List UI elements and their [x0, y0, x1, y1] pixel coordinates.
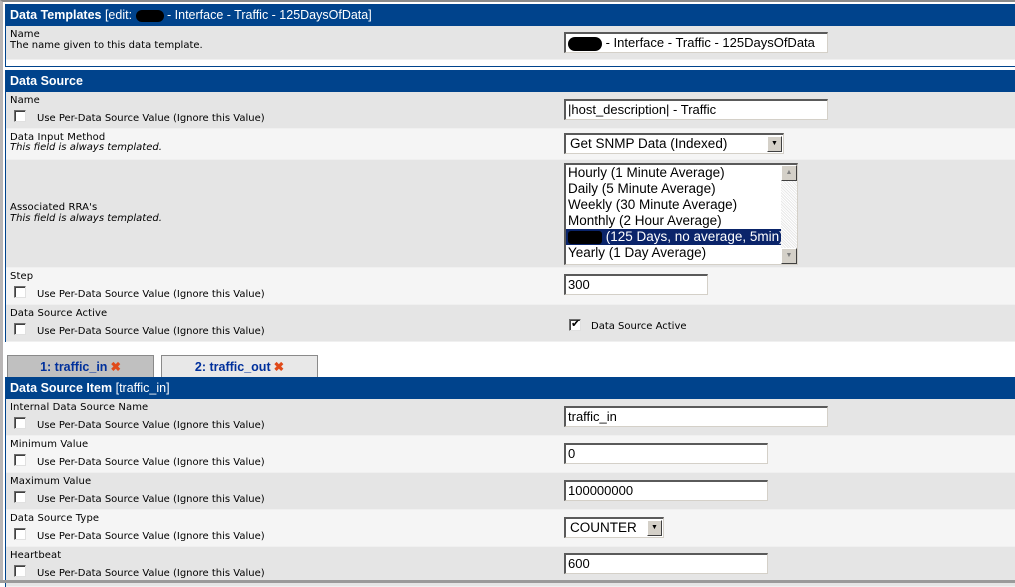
- ds-active-row: Data Source Active Use Per-Data Source V…: [6, 305, 1015, 342]
- max-value-per-ds-checkbox[interactable]: [14, 490, 26, 503]
- data-source-item-subtitle: [traffic_in]: [115, 381, 170, 395]
- data-source-item-box: Data Source Item [traffic_in] Internal D…: [5, 377, 1015, 587]
- data-source-box: Data Source Name Use Per-Data Source Val…: [5, 70, 1015, 342]
- rra-option[interactable]: Weekly (30 Minute Average): [566, 197, 781, 213]
- heartbeat-per-ds-checkbox[interactable]: [14, 564, 26, 577]
- rra-templated-note: This field is always templated.: [10, 213, 162, 224]
- data-source-item-header: Data Source Item [traffic_in]: [6, 378, 1015, 399]
- ds-type-label: Data Source Type: [10, 513, 100, 524]
- min-value-per-ds-checkbox[interactable]: [14, 453, 26, 466]
- ds-name-row: Name Use Per-Data Source Value (Ignore t…: [6, 92, 1015, 129]
- heartbeat-label: Heartbeat: [10, 550, 62, 561]
- internal-name-label: Internal Data Source Name: [10, 402, 149, 413]
- chevron-down-icon[interactable]: ▼: [767, 136, 782, 152]
- input-method-row: Data Input Method This field is always t…: [6, 129, 1015, 160]
- redacted-text: [568, 36, 602, 51]
- rra-option[interactable]: Yearly (1 Day Average): [566, 245, 781, 261]
- min-value-label: Minimum Value: [10, 439, 89, 450]
- scroll-down-icon[interactable]: ▼: [781, 248, 797, 264]
- template-name-row: Name The name given to this data templat…: [6, 26, 1015, 60]
- ds-active-label: Data Source Active: [10, 308, 108, 319]
- input-method-select[interactable]: Get SNMP Data (Indexed) ▼: [564, 133, 784, 154]
- tab-traffic-in[interactable]: 1: traffic_in ✖: [7, 355, 154, 377]
- data-template-box: Data Templates [edit: - Interface - Traf…: [5, 4, 1015, 67]
- data-source-header: Data Source: [6, 71, 1015, 92]
- min-value-input[interactable]: 0: [564, 443, 768, 464]
- heartbeat-input[interactable]: 600: [564, 553, 768, 574]
- ds-active-checkbox[interactable]: [569, 317, 581, 331]
- ds-name-input[interactable]: |host_description| - Traffic: [564, 99, 828, 120]
- ds-name-per-ds-checkbox[interactable]: [14, 109, 26, 122]
- rra-label: Associated RRA's: [10, 202, 98, 213]
- step-label: Step: [10, 271, 34, 282]
- data-template-header: Data Templates [edit: - Interface - Traf…: [6, 5, 1015, 26]
- ds-active-checkbox-label: Data Source Active: [591, 321, 687, 332]
- template-name-label: Name: [10, 29, 40, 40]
- ds-type-select[interactable]: COUNTER ▼: [564, 517, 664, 538]
- input-method-templated-note: This field is always templated.: [10, 142, 162, 153]
- ds-type-row: Data Source Type Use Per-Data Source Val…: [6, 510, 1015, 547]
- template-name-input[interactable]: - Interface - Traffic - 125DaysOfData: [564, 32, 828, 53]
- rra-option[interactable]: Monthly (2 Hour Average): [566, 213, 781, 229]
- internal-name-per-ds-checkbox[interactable]: [14, 416, 26, 429]
- template-name-description: The name given to this data template.: [10, 40, 203, 51]
- rra-scrollbar[interactable]: ▲ ▼: [781, 165, 797, 264]
- max-value-label: Maximum Value: [10, 476, 92, 487]
- rra-option-selected[interactable]: (125 Days, no average, 5min): [566, 229, 784, 245]
- rra-row: Associated RRA's This field is always te…: [6, 160, 1015, 268]
- rra-listbox[interactable]: Hourly (1 Minute Average) Daily (5 Minut…: [564, 163, 798, 265]
- step-row: Step Use Per-Data Source Value (Ignore t…: [6, 268, 1015, 305]
- step-input[interactable]: 300: [564, 274, 708, 295]
- delete-icon[interactable]: ✖: [110, 360, 120, 374]
- scroll-up-icon[interactable]: ▲: [781, 165, 797, 181]
- step-per-ds-checkbox[interactable]: [14, 285, 26, 298]
- max-value-row: Maximum Value Use Per-Data Source Value …: [6, 473, 1015, 510]
- rra-option[interactable]: Hourly (1 Minute Average): [566, 165, 781, 181]
- data-template-title: Data Templates: [10, 8, 102, 22]
- ds-active-per-ds-checkbox[interactable]: [14, 322, 26, 335]
- internal-name-input[interactable]: traffic_in: [564, 406, 828, 427]
- delete-icon[interactable]: ✖: [274, 360, 284, 374]
- data-source-item-title: Data Source Item: [10, 381, 113, 395]
- redacted-text: [135, 9, 164, 22]
- chevron-down-icon[interactable]: ▼: [647, 520, 662, 536]
- max-value-input[interactable]: 100000000: [564, 480, 768, 501]
- ds-name-label: Name: [10, 95, 40, 106]
- rra-option[interactable]: Daily (5 Minute Average): [566, 181, 781, 197]
- internal-name-row: Internal Data Source Name Use Per-Data S…: [6, 399, 1015, 436]
- redacted-text: [568, 230, 602, 244]
- ds-active-field: Data Source Active: [569, 317, 687, 332]
- data-template-subtitle: [edit: - Interface - Traffic - 125DaysOf…: [104, 8, 372, 22]
- min-value-row: Minimum Value Use Per-Data Source Value …: [6, 436, 1015, 473]
- data-source-title: Data Source: [10, 74, 83, 88]
- tab-traffic-out[interactable]: 2: traffic_out ✖: [161, 355, 318, 377]
- ds-type-per-ds-checkbox[interactable]: [14, 527, 26, 540]
